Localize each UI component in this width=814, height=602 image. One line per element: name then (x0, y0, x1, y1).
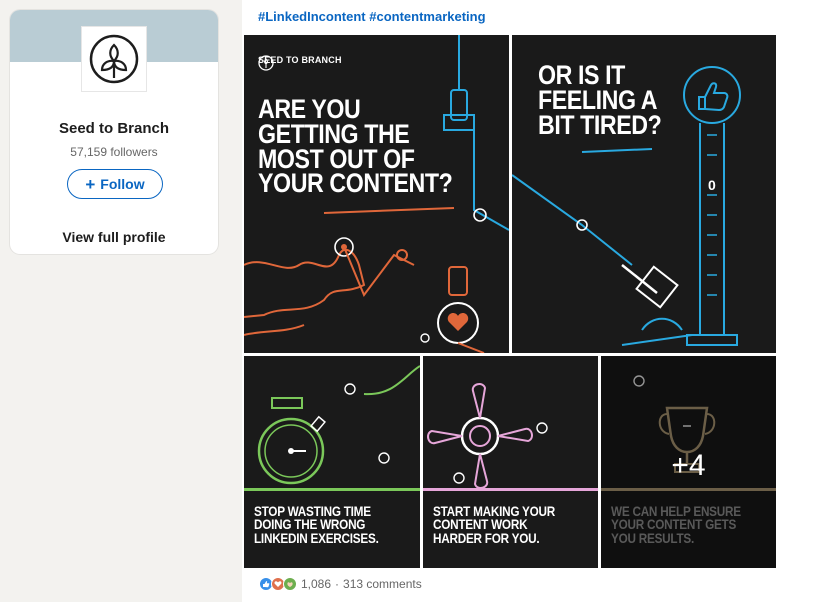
reaction-summary: 1,086 · 313 comments (301, 577, 422, 591)
follower-count: 57,159 followers (70, 145, 158, 159)
post-image-help[interactable]: WE CAN HELP ENSURE YOUR CONTENT GETS YOU… (601, 356, 776, 568)
post-image-start[interactable]: START MAKING YOUR CONTENT WORK HARDER FO… (423, 356, 598, 568)
headline-line: FEELING A (538, 84, 658, 115)
meter-readout: 0 (708, 177, 716, 193)
plus-icon: + (85, 174, 96, 194)
post-image-tired[interactable]: OR IS IT FEELING A BIT TIRED? 0 (512, 35, 776, 353)
follow-button[interactable]: + Follow (67, 169, 163, 199)
headline-line: BIT TIRED? (538, 109, 662, 140)
stop-caption: STOP WASTING TIME DOING THE WRONG LINKED… (244, 488, 420, 568)
headline-line: YOUR CONTENT? (258, 168, 453, 199)
main-headline: ARE YOU GETTING THE MOST OUT OF YOUR CON… (258, 96, 464, 199)
headline-line: GETTING THE (258, 118, 410, 149)
stopwatch-illustration (257, 365, 420, 485)
view-full-profile-link[interactable]: View full profile (10, 229, 218, 245)
post-image-stop[interactable]: STOP WASTING TIME DOING THE WRONG LINKED… (244, 356, 420, 568)
support-icon (283, 577, 297, 591)
reaction-icons[interactable] (259, 577, 297, 591)
company-name[interactable]: Seed to Branch (10, 120, 218, 137)
brand-logo: SEED TO BRANCH (258, 55, 342, 71)
reaction-count[interactable]: 1,086 (301, 577, 331, 591)
company-card: Seed to Branch 57,159 followers + Follow… (10, 10, 218, 254)
seed-to-branch-logo-icon (89, 34, 139, 84)
caption-line: LINKEDIN EXERCISES. (254, 529, 379, 546)
company-logo[interactable] (81, 26, 147, 92)
caption-line: HARDER FOR YOU. (433, 529, 540, 546)
post-hashtags[interactable]: #LinkedIncontent #contentmarketing (258, 9, 486, 24)
seed-to-branch-logo-icon (258, 55, 274, 71)
more-images-count: +4 (671, 449, 706, 482)
hamster-wheel-illustration (427, 383, 548, 488)
start-caption: START MAKING YOUR CONTENT WORK HARDER FO… (423, 488, 598, 568)
social-counts: 1,086 · 313 comments (259, 577, 422, 591)
more-images-overlay[interactable]: +4 (601, 356, 776, 568)
separator: · (335, 577, 340, 591)
follow-label: Follow (100, 176, 145, 192)
tired-headline: OR IS IT FEELING A BIT TIRED? (538, 62, 667, 140)
post-image-main[interactable]: SEED TO BRANCH ARE YOU GETTING THE MOST … (244, 35, 509, 353)
comments-count[interactable]: 313 comments (343, 577, 422, 591)
